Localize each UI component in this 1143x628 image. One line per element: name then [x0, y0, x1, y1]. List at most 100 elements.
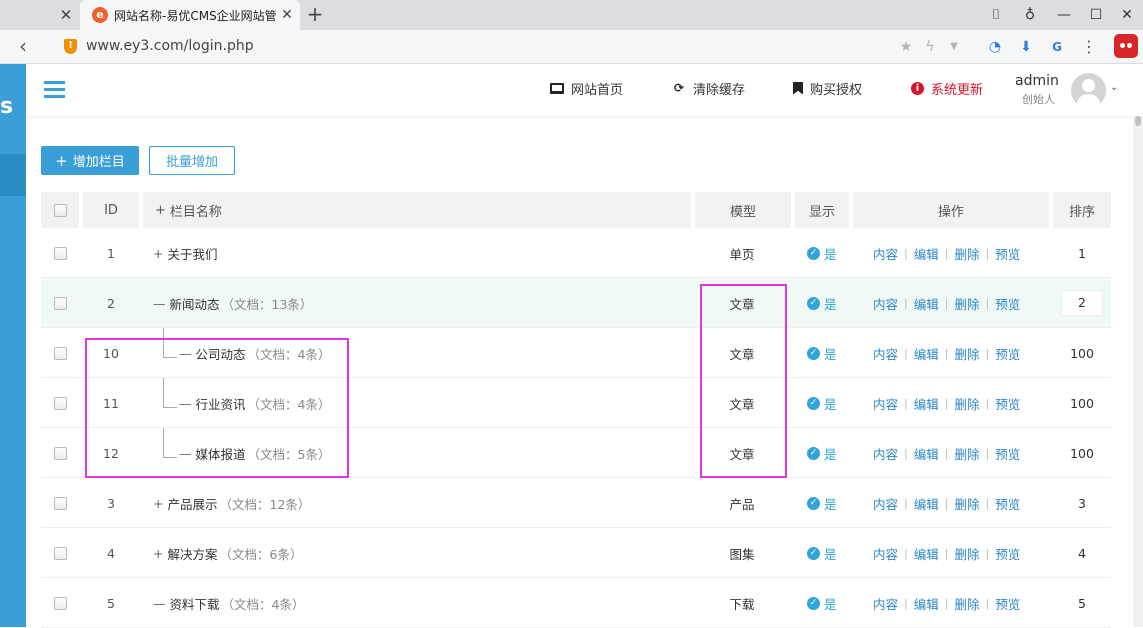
row-show-toggle[interactable]: ✓ 是 [807, 378, 847, 428]
nav-site-home[interactable]: 网站首页 [550, 78, 623, 98]
skin-icon[interactable]: ♁ [1018, 3, 1042, 27]
user-name[interactable]: admin [1015, 73, 1059, 89]
lightning-icon[interactable]: ϟ [920, 36, 940, 58]
row-sort[interactable]: 1 [1053, 228, 1111, 278]
op-content-link[interactable]: 内容 [873, 494, 898, 513]
op-preview-link[interactable]: 预览 [995, 494, 1020, 513]
op-content-link[interactable]: 内容 [873, 594, 898, 613]
op-preview-link[interactable]: 预览 [995, 594, 1020, 613]
close-icon[interactable]: ✕ [56, 5, 76, 25]
tablet-mode-icon[interactable]: ⌷ [984, 3, 1008, 27]
row-toggle[interactable]: — [153, 596, 166, 611]
new-tab-icon[interactable]: + [304, 2, 326, 26]
extension-avatar-icon[interactable] [1114, 34, 1138, 58]
hamburger-menu-icon[interactable] [44, 81, 65, 99]
row-toggle[interactable]: + [153, 546, 163, 561]
row-show-toggle[interactable]: ✓ 是 [807, 278, 847, 328]
row-show-toggle[interactable]: ✓ 是 [807, 328, 847, 378]
op-preview-link[interactable]: 预览 [995, 544, 1020, 563]
speed-icon[interactable]: ◔ [984, 36, 1006, 58]
shield-icon[interactable]: ! [64, 39, 77, 54]
op-preview-link[interactable]: 预览 [995, 444, 1020, 463]
back-icon[interactable]: ‹ [12, 35, 34, 59]
scrollbar-thumb[interactable] [1135, 116, 1141, 126]
row-sort[interactable]: 5 [1053, 578, 1111, 628]
tab-close-icon[interactable]: ✕ [278, 5, 296, 25]
row-toggle[interactable]: + [153, 246, 163, 261]
op-edit-link[interactable]: 编辑 [914, 594, 939, 613]
op-edit-link[interactable]: 编辑 [914, 344, 939, 363]
chevron-down-icon[interactable]: ⌄ [1110, 82, 1118, 93]
row-show-toggle[interactable]: ✓ 是 [807, 228, 847, 278]
row-show-toggle[interactable]: ✓ 是 [807, 428, 847, 478]
row-checkbox[interactable] [54, 546, 67, 560]
header-name[interactable]: + 栏目名称 [143, 192, 691, 228]
header-name-label: 栏目名称 [169, 204, 222, 220]
browser-tab[interactable]: e 网站名称-易优CMS企业网站管 ✕ [80, 0, 300, 30]
op-content-link[interactable]: 内容 [873, 544, 898, 563]
row-checkbox[interactable] [54, 596, 67, 610]
op-delete-link[interactable]: 删除 [954, 494, 979, 513]
minimize-icon[interactable]: — [1052, 3, 1076, 27]
op-delete-link[interactable]: 删除 [954, 344, 979, 363]
row-sort[interactable]: 100 [1053, 428, 1111, 478]
op-preview-link[interactable]: 预览 [995, 294, 1020, 313]
row-show-toggle[interactable]: ✓ 是 [807, 478, 847, 528]
op-preview-link[interactable]: 预览 [995, 394, 1020, 413]
op-delete-link[interactable]: 删除 [954, 444, 979, 463]
row-toggle[interactable]: — [153, 296, 166, 311]
row-sort[interactable]: 4 [1053, 528, 1111, 578]
translate-icon[interactable]: G [1046, 36, 1068, 58]
row-show-toggle[interactable]: ✓ 是 [807, 528, 847, 578]
scrollbar[interactable] [1133, 116, 1143, 627]
select-all-checkbox[interactable] [53, 203, 67, 217]
add-column-button[interactable]: + 增加栏目 [41, 146, 139, 175]
row-checkbox[interactable] [54, 396, 67, 410]
op-content-link[interactable]: 内容 [873, 394, 898, 413]
row-sort[interactable]: 3 [1053, 478, 1111, 528]
row-sort[interactable]: 100 [1053, 378, 1111, 428]
sort-input[interactable]: 2 [1061, 290, 1103, 316]
window-close-icon[interactable]: ✕ [1115, 3, 1139, 27]
op-edit-link[interactable]: 编辑 [914, 394, 939, 413]
nav-clear-cache[interactable]: ⟳ 清除缓存 [672, 78, 745, 98]
download-icon[interactable]: ⬇ [1015, 36, 1037, 58]
maximize-icon[interactable]: ☐ [1084, 3, 1108, 27]
row-name-cell: — 资料下载 （文档：4条） [153, 578, 693, 628]
op-edit-link[interactable]: 编辑 [914, 494, 939, 513]
op-edit-link[interactable]: 编辑 [914, 294, 939, 313]
sidebar-active-item[interactable] [0, 154, 26, 196]
nav-system-update[interactable]: i 系统更新 [911, 78, 983, 98]
batch-add-button[interactable]: 批量增加 [149, 146, 235, 175]
op-content-link[interactable]: 内容 [873, 444, 898, 463]
op-preview-link[interactable]: 预览 [995, 244, 1020, 263]
op-content-link[interactable]: 内容 [873, 344, 898, 363]
row-checkbox[interactable] [54, 246, 67, 260]
op-delete-link[interactable]: 删除 [954, 394, 979, 413]
row-checkbox[interactable] [54, 496, 67, 510]
row-checkbox[interactable] [54, 296, 67, 310]
op-separator: | [985, 246, 990, 260]
op-edit-link[interactable]: 编辑 [914, 444, 939, 463]
avatar[interactable] [1071, 73, 1106, 108]
star-icon[interactable]: ★ [896, 36, 916, 58]
op-delete-link[interactable]: 删除 [954, 294, 979, 313]
op-delete-link[interactable]: 删除 [954, 244, 979, 263]
op-edit-link[interactable]: 编辑 [914, 544, 939, 563]
url-input[interactable]: www.ey3.com/login.php [86, 38, 254, 54]
row-checkbox[interactable] [54, 346, 67, 360]
op-content-link[interactable]: 内容 [873, 294, 898, 313]
op-content-link[interactable]: 内容 [873, 244, 898, 263]
nav-buy-license[interactable]: 购买授权 [793, 78, 862, 98]
row-show-toggle[interactable]: ✓ 是 [807, 578, 847, 628]
chevron-down-icon[interactable]: ▼ [944, 36, 964, 58]
op-separator: | [904, 496, 908, 510]
op-edit-link[interactable]: 编辑 [914, 244, 939, 263]
row-sort[interactable]: 100 [1053, 328, 1111, 378]
menu-dots-icon[interactable]: ⋮ [1078, 36, 1100, 58]
op-delete-link[interactable]: 删除 [954, 594, 979, 613]
row-checkbox[interactable] [54, 446, 67, 460]
op-delete-link[interactable]: 删除 [954, 544, 979, 563]
row-toggle[interactable]: + [153, 496, 163, 511]
op-preview-link[interactable]: 预览 [995, 344, 1020, 363]
